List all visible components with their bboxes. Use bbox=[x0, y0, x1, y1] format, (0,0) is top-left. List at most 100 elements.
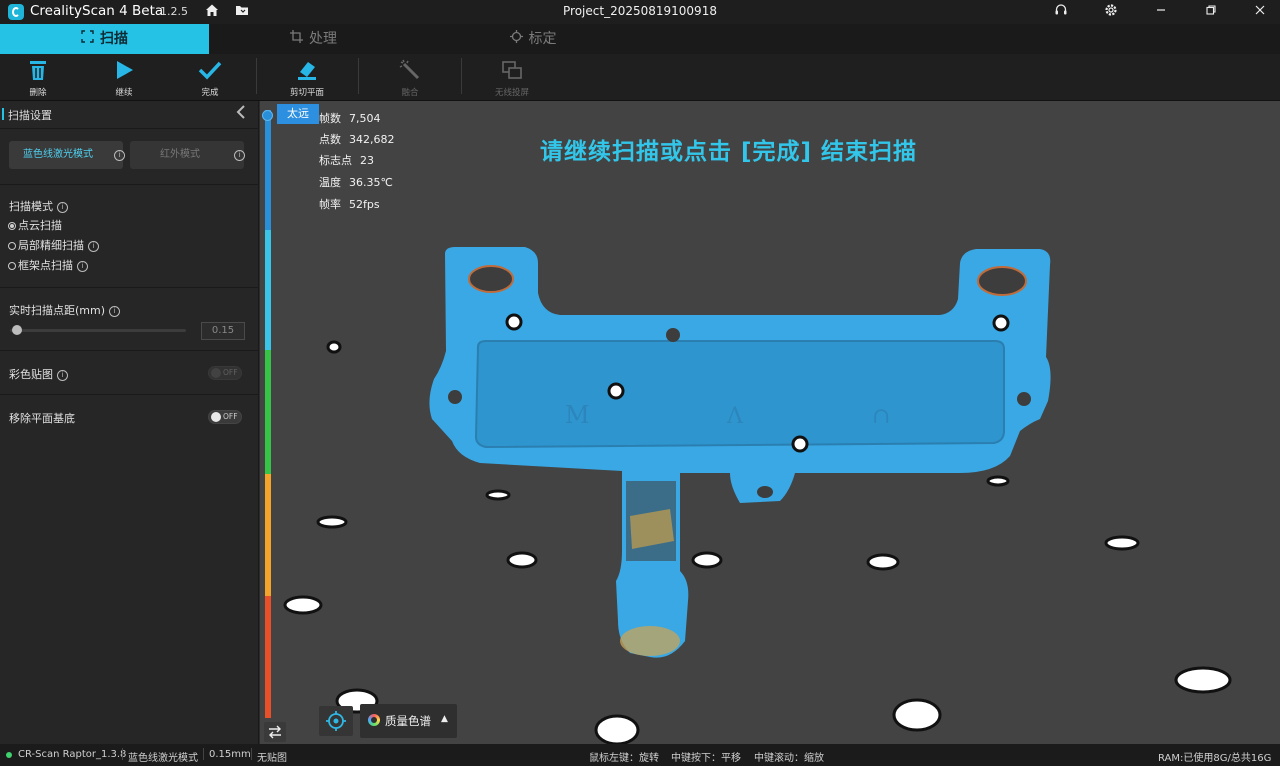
stat-label: 温度 bbox=[319, 176, 341, 189]
minimize-icon[interactable] bbox=[1152, 3, 1170, 21]
mouse-scroll-hint: 中键滚动：缩放 bbox=[754, 753, 824, 764]
stat-label: 标志点 bbox=[319, 154, 352, 167]
point-distance-heading: 实时扫描点距(mm) i bbox=[9, 302, 121, 318]
crop-icon bbox=[290, 25, 303, 55]
toggle-knob bbox=[211, 412, 221, 422]
fuse-label: 融合 bbox=[401, 88, 419, 98]
toolbar-divider bbox=[461, 58, 462, 94]
divider bbox=[0, 128, 258, 129]
tab-scan-label: 扫描 bbox=[100, 31, 128, 47]
info-icon[interactable]: i bbox=[234, 150, 245, 161]
info-icon[interactable]: i bbox=[77, 260, 88, 272]
wireless-cast-label: 无线投屏 bbox=[494, 88, 529, 98]
toolbar-divider bbox=[358, 58, 359, 94]
point-distance-status: 0.15mm bbox=[209, 749, 251, 760]
scan-hint-message: 请继续扫描或点击 [完成] 结束扫描 bbox=[540, 139, 918, 165]
divider bbox=[0, 394, 258, 395]
radio-point-cloud-scan[interactable]: 点云扫描 bbox=[8, 217, 62, 233]
status-divider bbox=[122, 748, 123, 760]
wireless-cast-button[interactable]: 无线投屏 bbox=[482, 56, 542, 98]
settings-gear-icon[interactable] bbox=[1102, 3, 1120, 21]
cut-plane-label: 剪切平面 bbox=[289, 88, 324, 98]
checkmark-icon bbox=[180, 58, 240, 82]
svg-text:M: M bbox=[565, 401, 590, 429]
ram-usage: RAM:已使用8G/总共16G bbox=[1158, 753, 1272, 764]
connection-status-icon bbox=[6, 752, 12, 758]
headset-support-icon[interactable] bbox=[1052, 3, 1070, 21]
info-icon[interactable]: i bbox=[114, 150, 125, 161]
tab-process[interactable]: 处理 bbox=[209, 24, 418, 54]
distance-status-badge: 太远 bbox=[277, 104, 319, 124]
project-title: Project_20250819100918 bbox=[563, 4, 717, 18]
info-icon[interactable]: i bbox=[57, 369, 68, 381]
stat-value: 52fps bbox=[349, 198, 380, 211]
eraser-icon bbox=[277, 58, 337, 82]
info-icon[interactable]: i bbox=[88, 240, 99, 252]
toolbar-divider bbox=[256, 58, 257, 94]
continue-button[interactable]: 继续 bbox=[94, 56, 154, 98]
scanned-part: M Λ ∩ bbox=[429, 247, 1051, 658]
device-name: CR-Scan Raptor_1.3.8 bbox=[18, 749, 127, 760]
delete-button[interactable]: 删除 bbox=[8, 56, 68, 98]
tab-scan[interactable]: 扫描 bbox=[0, 24, 209, 54]
radio-label: 局部精细扫描 bbox=[18, 239, 84, 252]
swap-view-button[interactable] bbox=[264, 722, 286, 742]
collapse-panel-icon[interactable] bbox=[236, 104, 246, 123]
info-icon[interactable]: i bbox=[109, 305, 121, 317]
finish-button[interactable]: 完成 bbox=[180, 56, 240, 98]
distance-indicator bbox=[262, 110, 273, 121]
fuse-button[interactable]: 融合 bbox=[380, 56, 440, 98]
stat-label: 帧数 bbox=[319, 112, 341, 125]
stat-frames: 帧数 7,504 bbox=[319, 110, 381, 126]
infrared-mode-label: 红外模式 bbox=[160, 149, 200, 160]
tab-calibrate[interactable]: 标定 bbox=[418, 24, 648, 54]
magic-wand-icon bbox=[380, 58, 440, 82]
distance-scale-bar bbox=[265, 110, 271, 718]
divider bbox=[0, 350, 258, 351]
scan-mode-heading: 扫描模式 i bbox=[9, 198, 68, 214]
radio-local-fine-scan[interactable]: 局部精细扫描 i bbox=[8, 237, 99, 253]
color-texture-heading-text: 彩色贴图 bbox=[9, 368, 53, 381]
infrared-mode-button[interactable]: 红外模式 bbox=[130, 141, 244, 169]
close-icon[interactable] bbox=[1251, 3, 1269, 21]
radio-frame-point-scan[interactable]: 框架点扫描 i bbox=[8, 257, 88, 273]
point-distance-slider[interactable] bbox=[10, 329, 186, 332]
point-distance-input[interactable]: 0.15 bbox=[201, 322, 245, 340]
mouse-middle-hint: 中键按下：平移 bbox=[671, 753, 741, 764]
point-distance-slider-handle[interactable] bbox=[12, 325, 22, 335]
svg-text:Λ: Λ bbox=[726, 404, 744, 429]
radio-label: 点云扫描 bbox=[18, 219, 62, 232]
blue-laser-mode-button[interactable]: 蓝色线激光模式 bbox=[9, 141, 123, 169]
stat-markers: 标志点 23 bbox=[319, 152, 374, 168]
divider bbox=[0, 287, 258, 288]
color-texture-toggle[interactable]: OFF bbox=[208, 366, 242, 380]
stat-label: 点数 bbox=[319, 133, 341, 146]
quality-colormap-label: 质量色谱 bbox=[385, 714, 431, 728]
remove-plane-heading: 移除平面基底 bbox=[9, 412, 75, 425]
continue-label: 继续 bbox=[115, 88, 133, 98]
panel-title-accent bbox=[2, 108, 4, 120]
toggle-state-label: OFF bbox=[223, 368, 238, 377]
color-wheel-icon bbox=[368, 714, 380, 726]
play-icon bbox=[94, 58, 154, 82]
stat-framerate: 帧率 52fps bbox=[319, 196, 380, 212]
restore-icon[interactable] bbox=[1202, 3, 1220, 21]
swap-arrows-icon bbox=[269, 725, 281, 739]
caret-up-icon: ▲ bbox=[441, 714, 448, 724]
3d-viewport[interactable]: M Λ ∩ bbox=[260, 101, 1280, 744]
recenter-view-button[interactable] bbox=[319, 706, 353, 736]
cut-plane-button[interactable]: 剪切平面 bbox=[277, 56, 337, 98]
remove-plane-toggle[interactable]: OFF bbox=[208, 410, 242, 424]
scale-segment-too-far bbox=[265, 110, 271, 230]
trash-icon bbox=[8, 58, 68, 82]
color-texture-heading: 彩色贴图 i bbox=[9, 366, 68, 382]
radio-selected-icon bbox=[8, 222, 16, 230]
scan-mode-heading-text: 扫描模式 bbox=[9, 200, 53, 213]
scan-mode-status: 蓝色线激光模式 bbox=[128, 753, 198, 764]
finish-label: 完成 bbox=[201, 88, 219, 98]
radio-label: 框架点扫描 bbox=[18, 259, 73, 272]
info-icon[interactable]: i bbox=[57, 201, 68, 213]
stat-value: 342,682 bbox=[349, 133, 395, 146]
stat-value: 7,504 bbox=[349, 112, 381, 125]
scale-segment-too-near bbox=[265, 596, 271, 718]
